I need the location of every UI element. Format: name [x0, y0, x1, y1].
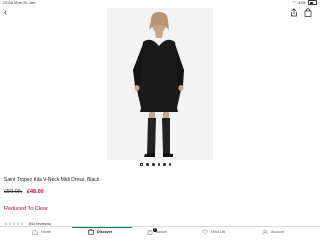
status-right: ◠ 33% [292, 0, 317, 5]
tab-home[interactable]: Home [32, 229, 51, 235]
price-row: £59.99, £48.00 [4, 189, 44, 195]
active-tab-indicator [72, 227, 132, 228]
battery-icon [308, 0, 317, 5]
basket-count-badge: 0 [153, 228, 157, 232]
pagination-dot[interactable] [163, 163, 166, 166]
pagination-dot[interactable] [151, 163, 155, 166]
tab-discover[interactable]: Discover [88, 229, 112, 235]
share-icon[interactable] [290, 8, 298, 17]
status-time: 22:00 Mon 20 Jan [3, 0, 36, 5]
pagination-dot[interactable] [146, 163, 149, 166]
pagination-dot[interactable] [157, 163, 161, 166]
tab-account[interactable]: Account [262, 229, 284, 235]
account-icon [262, 229, 268, 235]
tab-label: Account [271, 230, 284, 234]
tab-label: Mind List [211, 230, 226, 234]
product-title: Saint Tropez Kila V-Neck Midi Dress, Bla… [4, 177, 100, 183]
tab-mind-list[interactable]: Mind List [202, 229, 225, 235]
battery-percent: 33% [297, 0, 306, 5]
product-image[interactable] [107, 8, 213, 160]
tab-label: Discover [97, 230, 113, 234]
heart-icon [202, 229, 208, 235]
now-price: £48.00 [26, 189, 44, 195]
wifi-icon: ◠ [292, 0, 296, 5]
pagination-dot[interactable] [168, 163, 172, 166]
image-pagination[interactable] [140, 163, 172, 167]
tab-label: Home [41, 230, 51, 234]
shopping-bag-icon[interactable] [304, 8, 312, 17]
back-chevron-icon[interactable]: ‹ [4, 8, 7, 17]
promo-label: Reduced To Clear [4, 206, 48, 212]
discover-icon [88, 229, 94, 235]
status-bar: 22:00 Mon 20 Jan ◠ 33% [0, 0, 320, 6]
pagination-dot-active[interactable] [140, 163, 144, 167]
home-icon [32, 229, 38, 235]
model-illustration [107, 8, 213, 160]
tab-basket[interactable]: Basket [147, 229, 167, 235]
tab-bar: Home Discover Basket 0 Mind List Account [0, 226, 320, 241]
was-price: £59.99, [4, 189, 23, 195]
tab-label: Basket [156, 230, 167, 234]
